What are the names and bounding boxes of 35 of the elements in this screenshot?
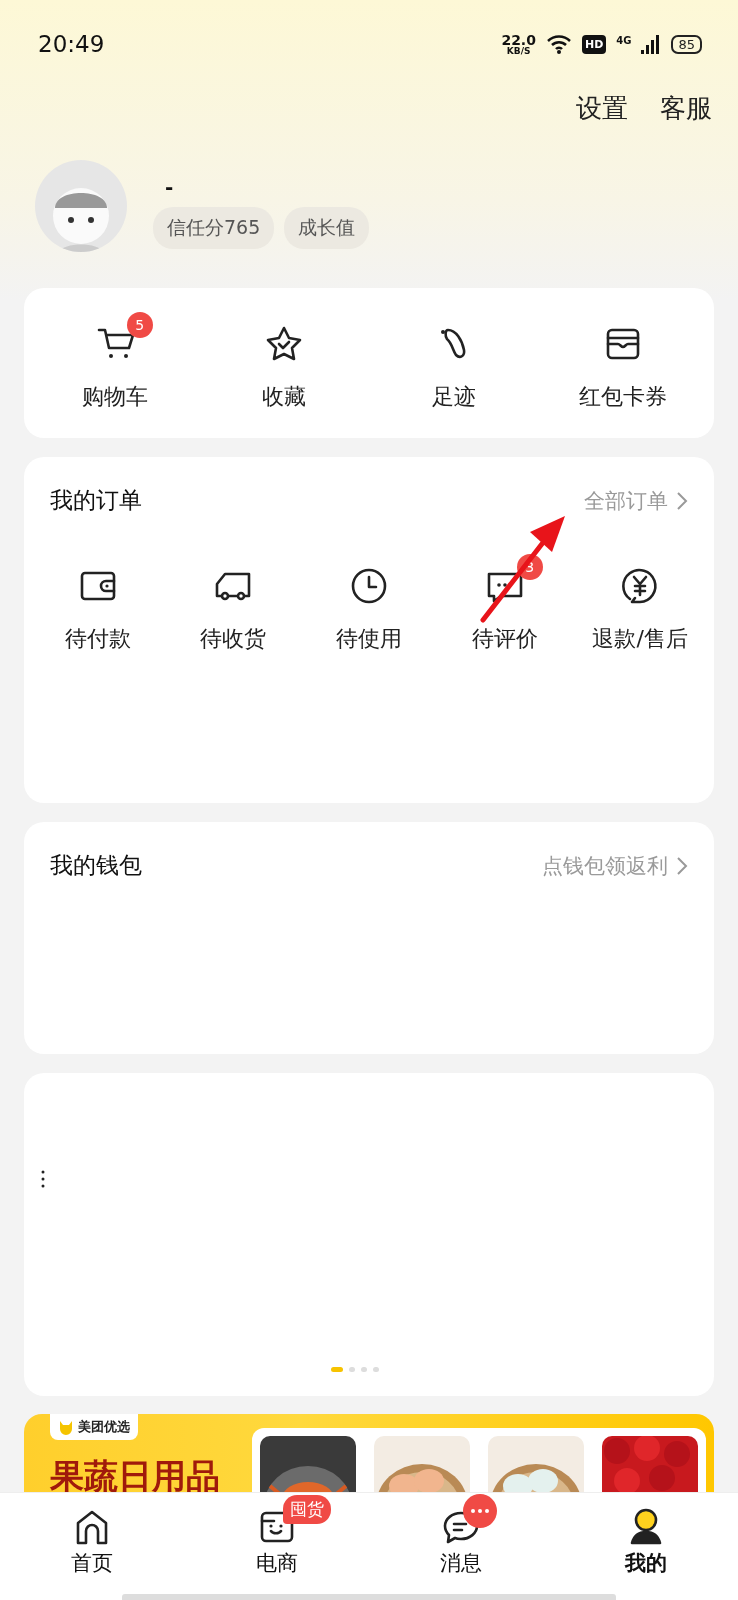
order-status-label[interactable]: 待使用 [336,624,402,654]
status-time: 20:49 [38,31,105,57]
chevron-icon [676,855,688,876]
order-status-label[interactable]: 待收货 [200,624,267,654]
user-name: - [164,175,175,199]
signal-icon [641,34,662,54]
tab-badge: 囤货 [282,1495,331,1524]
network-speed: 22.0 KB/S [501,32,536,56]
tab-bar-item[interactable]: 首页 [0,1493,185,1594]
profile-tag[interactable]: 信任分765 [153,207,275,249]
shortcut-label[interactable]: 足迹 [431,382,476,412]
order-status-label[interactable]: 待评价 [471,624,538,654]
hd-indicator: HD [581,34,607,54]
shortcut-label[interactable]: 红包卡券 [579,382,668,412]
count-badge: 5 [126,312,153,338]
header-link[interactable]: 设置 [576,90,628,126]
wifi-icon [545,34,572,54]
shortcut-label[interactable]: 购物车 [81,382,148,412]
shortcut-label[interactable]: 收藏 [262,382,307,412]
dots-icon [40,1169,46,1189]
header-link[interactable]: 客服 [660,90,712,126]
order-status-label[interactable]: 待付款 [64,624,131,654]
order-status-label[interactable]: 退款/售后 [592,624,688,654]
chevron-icon [676,490,688,511]
card-title: 我的订单 [50,486,142,515]
tab-bar-item[interactable]: 囤货 电商 [184,1493,369,1594]
clock-icon [349,566,389,606]
battery-level: 85 [671,34,702,54]
card-title: 我的钱包 [50,851,142,880]
tab-bar-item[interactable]: 消息 [369,1493,554,1594]
network-type: 4G [616,34,632,46]
brand-tag: 美团优选 [50,1414,138,1440]
logo-icon [58,1419,74,1435]
profile-tag[interactable]: 成长值 [284,207,370,249]
tab-bar-item[interactable]: 我的 [553,1493,738,1594]
